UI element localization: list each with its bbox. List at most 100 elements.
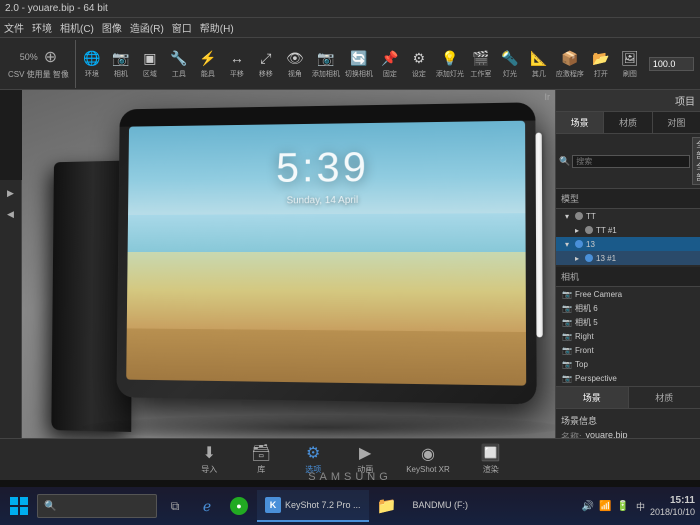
taskbar-battery-icon[interactable]: 🔋 [616, 501, 628, 512]
tree-item-cam6[interactable]: 📷 相机 6 [556, 301, 700, 315]
tree-item-TT[interactable]: ▾ TT [556, 209, 700, 223]
value-input-group [649, 57, 694, 71]
bottom-btn-import[interactable]: ⬇ 导入 [198, 444, 220, 475]
toolbar-btn-tool[interactable]: 🔧 工具 [165, 46, 193, 81]
scene-search-input[interactable] [572, 155, 690, 168]
toolbar-btn-app[interactable]: 📦 应激程序 [554, 46, 586, 81]
tree-item-TT1[interactable]: ▸ TT #1 [556, 223, 700, 237]
toolbar-btn-geo[interactable]: 📐 其几 [525, 46, 553, 81]
taskbar-network-icon[interactable]: 📶 [599, 501, 611, 512]
panel-bottom-tab-material[interactable]: 材质 [629, 387, 700, 408]
taskbar-bandmu-app[interactable]: BANDMU (F:) [405, 490, 477, 522]
toolbar: 50% ⊕ CSV 使用量 智像 🌐 环境 📷 相机 ▣ [0, 38, 700, 90]
ipad-horizon [128, 213, 526, 253]
light-icon: 🔦 [500, 48, 520, 68]
bottom-btn-keyshot-xr[interactable]: ◉ KeyShot XR [406, 445, 450, 474]
menu-camera[interactable]: 相机(C) [60, 20, 94, 35]
taskbar-lang[interactable]: 中 [636, 500, 645, 513]
taskbar-search[interactable]: 🔍 [37, 494, 157, 518]
render-icon: 🖼 [620, 48, 640, 68]
geo-icon: 📐 [529, 48, 549, 68]
tab-scene[interactable]: 场景 [556, 112, 604, 133]
taskbar-folder-icon[interactable]: 📁 [373, 492, 401, 520]
toolbar-btn-pan[interactable]: ↔ 平移 [223, 46, 251, 81]
bottom-btn-render2[interactable]: 🔲 渲染 [480, 444, 502, 475]
toolbar-btn-addcam[interactable]: 📷 添加相机 [310, 46, 342, 81]
panel-bottom-tab-scene[interactable]: 场景 [556, 387, 629, 408]
toolbar-btn-view[interactable]: 👁 视角 [281, 46, 309, 81]
tree-item-cam5[interactable]: 📷 相机 5 [556, 315, 700, 329]
taskbar-start[interactable] [5, 492, 33, 520]
view-icon: ⊕ [44, 47, 57, 67]
taskbar-green-app[interactable]: ● [225, 492, 253, 520]
toolbar-btn-set[interactable]: ⚙ 设定 [405, 46, 433, 81]
menu-造[interactable]: 造函(R) [130, 20, 164, 35]
taskbar-volume-icon[interactable]: 🔊 [582, 501, 594, 512]
library-label: 库 [257, 464, 265, 475]
keyshot-xr-label: KeyShot XR [406, 465, 450, 474]
viewport[interactable]: Ir [22, 90, 555, 450]
toolbar-btn-env[interactable]: 🌐 环境 [78, 46, 106, 81]
tree-item-freecam[interactable]: 📷 Free Camera [556, 287, 700, 301]
tree-dot-TT [575, 212, 583, 220]
taskbar-task-view[interactable]: ⧉ [161, 492, 189, 520]
import-icon: ⬇ [198, 444, 220, 462]
taskbar: 🔍 ⧉ ℯ ● K KeyShot 7.2 Pro ... 📁 BANDMU (… [0, 487, 700, 525]
menu-env[interactable]: 环境 [32, 20, 52, 35]
toolbar-btn-render[interactable]: 🖼 刷图 [616, 46, 644, 81]
menu-image[interactable]: 图像 [102, 20, 122, 35]
left-btn-2[interactable]: ◀ [2, 205, 20, 223]
toolbar-btn-能具[interactable]: ⚡ 能具 [194, 46, 222, 81]
tree-icon-TT1: ▸ [571, 224, 583, 236]
camera-section-title: 相机 [556, 267, 700, 287]
toolbar-btn-studio[interactable]: 🎬 工作室 [467, 46, 495, 81]
ipad-sand [126, 329, 526, 386]
panel-search: 🔍 全部全部 [556, 134, 700, 189]
tab-env2[interactable]: 对图 [653, 112, 700, 133]
toolbar-btn-open[interactable]: 📂 打开 [587, 46, 615, 81]
left-panel: ▶ ◀ [0, 180, 22, 480]
tree-item-camtop[interactable]: 📷 Top [556, 357, 700, 371]
cam-icon-5: 📷 [561, 316, 573, 328]
taskbar-ie-icon[interactable]: ℯ [193, 492, 221, 520]
render2-icon: 🔲 [480, 444, 502, 462]
cam-icon-persp: 📷 [561, 372, 573, 384]
toolbar-btn-fix[interactable]: 📌 固定 [376, 46, 404, 81]
render-quality-input[interactable] [649, 57, 694, 71]
toolbar-btn-region[interactable]: ▣ 区域 [136, 46, 164, 81]
set-icon: ⚙ [409, 48, 429, 68]
toolbar-btn-switchcam[interactable]: 🔄 切换相机 [343, 46, 375, 81]
menu-file[interactable]: 文件 [4, 20, 24, 35]
windows-icon [10, 497, 28, 515]
cam-label-5: 相机 5 [575, 317, 598, 328]
tree-item-13-1[interactable]: ▸ 13 #1 [556, 251, 700, 265]
tree-item-13[interactable]: ▾ 13 [556, 237, 700, 251]
menu-help[interactable]: 帮助(H) [200, 20, 234, 35]
menu-window[interactable]: 窗口 [172, 20, 192, 35]
tree-item-camright[interactable]: 📷 Right [556, 329, 700, 343]
toolbar-btn-light[interactable]: 🔦 灯光 [496, 46, 524, 81]
cam-icon-front: 📷 [561, 344, 573, 356]
tree-item-camfront[interactable]: 📷 Front [556, 343, 700, 357]
tree-label-TT: TT [586, 212, 596, 221]
tree-dot-13 [575, 240, 583, 248]
ipad-render: 5:39 Sunday, 14 April [52, 100, 555, 430]
tab-material[interactable]: 材质 [604, 112, 652, 133]
bottom-btn-library[interactable]: 🗃 库 [250, 444, 272, 475]
toolbar-btn-addlight[interactable]: 💡 添加灯光 [434, 46, 466, 81]
monitor: 2.0 - youare.bip - 64 bit 文件 环境 相机(C) 图像… [0, 0, 700, 525]
taskbar-right: 🔊 📶 🔋 中 15:11 2018/10/10 [582, 494, 695, 519]
toolbar-btn-camera[interactable]: 📷 相机 [107, 46, 135, 81]
taskbar-keyshot-app[interactable]: K KeyShot 7.2 Pro ... [257, 490, 369, 522]
toolbar-buttons: 🌐 环境 📷 相机 ▣ 区域 🔧 工具 ⚡ 能具 [78, 46, 694, 81]
tree-dot-13-1 [585, 254, 593, 262]
left-btn-1[interactable]: ▶ [2, 184, 20, 202]
open-icon: 📂 [591, 48, 611, 68]
ipad-date: Sunday, 14 April [287, 195, 359, 206]
toolbar-btn-move[interactable]: ⤢ 移移 [252, 46, 280, 81]
tree-label-13: 13 [586, 240, 595, 249]
tree-item-perspective[interactable]: 📷 Perspective [556, 371, 700, 385]
scene-search-btn[interactable]: 全部全部 [692, 137, 700, 185]
keyshot-app-label: KeyShot 7.2 Pro ... [285, 500, 361, 510]
env-icon: 🌐 [82, 48, 102, 68]
